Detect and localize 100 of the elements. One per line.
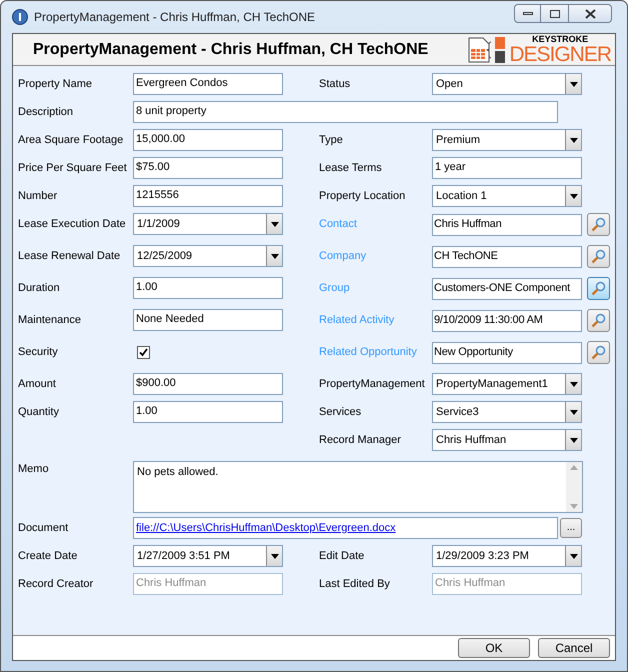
caret-icon — [570, 382, 578, 386]
text-field[interactable]: 1215556 — [133, 185, 283, 207]
caret-icon — [570, 82, 578, 86]
date-field[interactable]: 1/29/2009 3:23 PM — [432, 545, 582, 567]
text-field[interactable]: $75.00 — [133, 157, 283, 179]
field-label: Lease Execution Date — [18, 216, 127, 232]
browse-button[interactable]: ... — [560, 518, 582, 538]
search-button[interactable] — [587, 213, 610, 236]
text-field[interactable]: None Needed — [133, 309, 283, 331]
search-button[interactable] — [587, 245, 610, 268]
field-label: Lease Terms — [319, 160, 383, 176]
field-label: Last Edited By — [319, 576, 391, 592]
field-label: Document — [18, 520, 70, 536]
app-icon — [12, 9, 28, 25]
dropdown-field[interactable]: PropertyManagement1 — [432, 373, 582, 395]
field-label: Duration — [18, 280, 61, 296]
caret-icon — [570, 194, 578, 198]
text-field[interactable]: 8 unit property — [133, 101, 558, 123]
field-label: Contact — [319, 217, 358, 232]
date-field[interactable]: 1/1/2009 — [133, 213, 283, 235]
field-label: Description — [18, 104, 74, 120]
dropdown-field[interactable]: Premium — [432, 129, 582, 151]
dropdown-button[interactable] — [565, 74, 581, 94]
field-label: Record Manager — [319, 432, 402, 448]
field-label: Amount — [18, 376, 57, 392]
minimize-button[interactable] — [514, 4, 541, 23]
lookup-field[interactable]: Chris Huffman — [432, 214, 582, 236]
dropdown-button[interactable] — [266, 246, 282, 266]
field-label: Edit Date — [319, 548, 366, 564]
dropdown-field[interactable]: Location 1 — [432, 185, 582, 207]
field-label: Number — [18, 188, 58, 204]
caret-icon — [270, 222, 278, 226]
caret-icon — [270, 254, 278, 258]
magnifier-icon — [591, 217, 606, 232]
logo-caption: KEYSTROKE — [532, 34, 588, 44]
field-label: Property Location — [319, 188, 406, 204]
caret-icon — [570, 438, 578, 442]
field-label: Security — [18, 344, 59, 360]
dropdown-button[interactable] — [565, 186, 581, 206]
magnifier-icon — [591, 313, 606, 328]
text-field[interactable]: Evergreen Condos — [133, 73, 283, 95]
field-label: Company — [319, 249, 368, 264]
field-label: Quantity — [18, 404, 60, 420]
field-label: PropertyManagement — [319, 376, 426, 392]
checkbox[interactable] — [137, 346, 150, 358]
lookup-field[interactable]: CH TechONE — [432, 246, 582, 268]
ok-button[interactable]: OK — [458, 638, 530, 658]
field-label: Create Date — [18, 548, 78, 564]
caret-icon — [570, 138, 578, 142]
memo-field[interactable]: No pets allowed. — [133, 461, 583, 513]
lookup-field[interactable]: 9/10/2009 11:30:00 AM — [432, 310, 582, 332]
field-label: Record Creator — [18, 576, 94, 592]
text-field[interactable]: 1.00 — [133, 401, 283, 423]
form-title: PropertyManagement - Chris Huffman, CH TechONE — [33, 40, 430, 60]
dropdown-button[interactable] — [565, 130, 581, 150]
field-label: Price Per Square Feet — [18, 160, 128, 176]
magnifier-icon — [591, 281, 606, 296]
date-field[interactable]: 12/25/2009 — [133, 245, 283, 267]
checkmark-icon — [139, 348, 148, 356]
dropdown-field[interactable]: Chris Huffman — [432, 429, 582, 451]
dropdown-button[interactable] — [266, 214, 282, 234]
field-label: Services — [319, 404, 362, 420]
text-field[interactable]: $900.00 — [133, 373, 283, 395]
text-field[interactable]: 15,000.00 — [133, 129, 283, 151]
field-label: Related Opportunity — [319, 345, 418, 360]
dropdown-field[interactable]: Open — [432, 73, 582, 95]
search-button[interactable] — [587, 341, 610, 364]
dropdown-button[interactable] — [565, 430, 581, 450]
logo-wordmark: DESIGNER — [509, 44, 611, 64]
window-title: PropertyManagement - Chris Huffman, CH TechONE — [34, 9, 315, 26]
dropdown-field[interactable]: Service3 — [432, 401, 582, 423]
field-label: Group — [319, 281, 351, 296]
caret-icon — [570, 410, 578, 414]
field-label: Type — [319, 132, 344, 148]
field-label: Memo — [18, 462, 50, 477]
field-label: Lease Renewal Date — [18, 248, 122, 264]
text-field[interactable]: 1 year — [432, 157, 582, 179]
search-button[interactable] — [587, 309, 610, 332]
dropdown-button[interactable] — [565, 546, 581, 566]
close-button[interactable] — [568, 4, 612, 23]
magnifier-icon — [591, 249, 606, 264]
date-field[interactable]: 1/27/2009 3:51 PM — [133, 545, 283, 567]
dropdown-button[interactable] — [565, 402, 581, 422]
lookup-field[interactable]: Customers-ONE Component — [432, 278, 582, 300]
field-label: Maintenance — [18, 312, 82, 328]
caret-icon — [570, 554, 578, 558]
cancel-button[interactable]: Cancel — [538, 638, 610, 658]
dropdown-button[interactable] — [565, 374, 581, 394]
maximize-button[interactable] — [541, 4, 568, 23]
close-icon — [584, 8, 596, 18]
dropdown-button[interactable] — [266, 546, 282, 566]
field-label: Status — [319, 76, 352, 92]
caret-icon — [270, 554, 278, 558]
field-label: Area Square Footage — [18, 132, 124, 148]
search-button[interactable] — [587, 277, 610, 300]
lookup-field[interactable]: New Opportunity — [432, 342, 582, 364]
magnifier-icon — [591, 345, 606, 360]
field-label: Property Name — [18, 76, 93, 92]
field-label: Related Activity — [319, 313, 396, 328]
text-field[interactable]: 1.00 — [133, 277, 283, 299]
